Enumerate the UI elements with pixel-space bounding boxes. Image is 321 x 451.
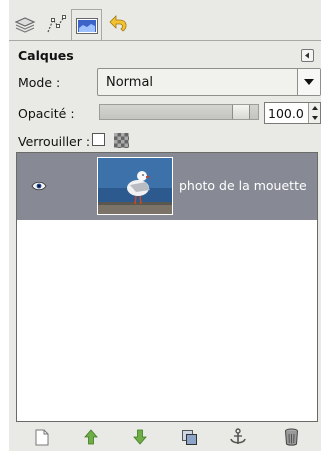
raise-layer-icon — [84, 429, 98, 445]
lower-layer-button[interactable] — [128, 426, 152, 448]
layer-row[interactable]: photo de la mouette — [17, 153, 317, 220]
dropdown-arrow-icon[interactable] — [297, 69, 320, 95]
spin-up-icon[interactable] — [309, 103, 320, 113]
mode-combobox[interactable]: Normal — [97, 68, 321, 96]
opacity-spin-buttons[interactable] — [308, 103, 320, 123]
tab-channels[interactable] — [40, 9, 71, 41]
layers-list[interactable]: photo de la mouette — [16, 152, 318, 422]
dock-tab-strip — [9, 9, 321, 41]
spin-down-icon[interactable] — [309, 113, 320, 123]
undo-history-tab-icon — [108, 15, 126, 32]
lock-pixels-checkbox[interactable] — [92, 133, 105, 146]
mode-label: Mode : — [18, 75, 61, 90]
triangle-left-icon — [305, 52, 309, 59]
layer-thumbnail[interactable] — [97, 157, 173, 215]
opacity-label: Opacité : — [18, 106, 75, 121]
panel-menu-button[interactable] — [301, 49, 314, 62]
opacity-value[interactable]: 100.0 — [268, 106, 304, 121]
delete-layer-icon — [284, 428, 298, 446]
opacity-spinbox[interactable]: 100.0 — [264, 102, 321, 124]
new-layer-icon — [35, 429, 49, 445]
tab-divider — [9, 40, 321, 41]
lock-alpha-checker-icon[interactable] — [114, 133, 129, 148]
tab-undo-history[interactable] — [103, 9, 134, 41]
opacity-slider-handle[interactable] — [232, 105, 250, 119]
seagull-thumbnail-image — [98, 158, 172, 214]
layers-dock-panel: Calques Mode : Normal Opacité : 100.0 Ve… — [9, 0, 321, 451]
channels-tab-icon — [46, 15, 66, 33]
anchor-layer-button[interactable] — [226, 426, 250, 448]
eye-visibility-icon[interactable] — [31, 181, 47, 191]
anchor-layer-icon — [230, 428, 246, 444]
tab-layers[interactable] — [9, 9, 40, 41]
paths-tab-icon — [75, 17, 98, 34]
mode-value: Normal — [106, 75, 154, 90]
delete-layer-button[interactable] — [279, 426, 303, 448]
tab-paths[interactable] — [71, 9, 102, 41]
layers-tab-icon — [14, 17, 35, 33]
panel-title: Calques — [18, 48, 74, 63]
lock-label: Verrouiller : — [18, 134, 91, 149]
duplicate-layer-icon — [181, 429, 197, 445]
raise-layer-button[interactable] — [79, 426, 103, 448]
opacity-slider[interactable] — [99, 104, 259, 120]
new-layer-button[interactable] — [30, 426, 54, 448]
layers-toolbar — [9, 426, 321, 448]
duplicate-layer-button[interactable] — [177, 426, 201, 448]
lower-layer-icon — [133, 429, 147, 445]
layer-name[interactable]: photo de la mouette — [179, 178, 307, 193]
